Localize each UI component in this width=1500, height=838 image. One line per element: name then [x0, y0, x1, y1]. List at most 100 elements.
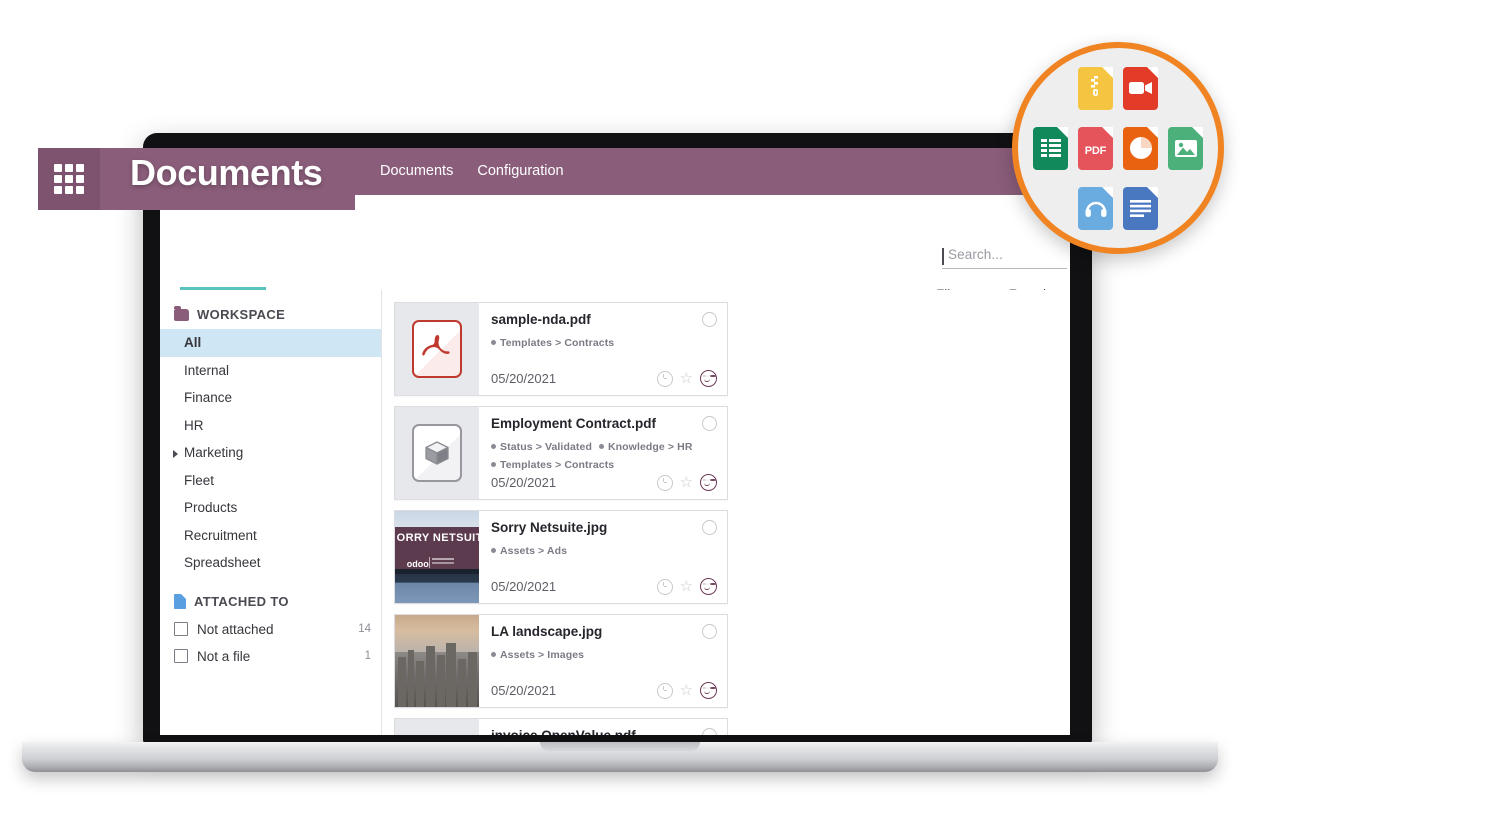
apps-grid-icon	[54, 164, 84, 194]
file-icon-cell	[1168, 126, 1203, 170]
file-icon-cell	[1078, 66, 1113, 110]
document-name: sample-nda.pdf	[491, 312, 591, 327]
sidebar-item-internal[interactable]: Internal	[160, 357, 381, 385]
star-outline-icon[interactable]: ☆	[680, 683, 693, 698]
document-tags: Assets > Ads	[491, 541, 717, 559]
document-tag[interactable]: Assets > Images	[491, 649, 584, 661]
sidebar-item-all[interactable]: All	[160, 329, 381, 357]
sidebar-section-attached-to: ATTACHED TO	[160, 591, 381, 612]
la-landscape-photo	[395, 615, 479, 707]
menu-item-documents[interactable]: Documents	[380, 163, 453, 179]
document-card[interactable]: Employment Contract.pdf Status > Validate…	[394, 406, 728, 500]
attached-to-title: ATTACHED TO	[194, 593, 289, 609]
document-tag[interactable]: Templates > Contracts	[491, 459, 614, 471]
documents-grid: sample-nda.pdf Templates > Contracts 05/20…	[382, 290, 1070, 735]
document-card[interactable]: invoice OpenValue.pdfStatus > Inbox05/20…	[394, 718, 728, 735]
checkbox[interactable]	[174, 649, 188, 664]
search-placeholder: Search...	[948, 247, 1003, 262]
star-outline-icon[interactable]: ☆	[680, 475, 693, 490]
sidebar-item-label: Fleet	[184, 472, 215, 488]
pdf-file-icon	[412, 320, 462, 378]
sidebar-item-recruitment[interactable]: Recruitment	[160, 522, 381, 550]
clock-icon[interactable]	[656, 682, 673, 699]
document-card[interactable]: sample-nda.pdf Templates > Contracts 05/20…	[394, 302, 728, 396]
sidebar-item-label: Not a file	[197, 648, 251, 664]
sidebar-section-workspace: WORKSPACE	[160, 304, 381, 325]
sidebar-item-finance[interactable]: Finance	[160, 384, 381, 412]
sidebar-item-label: HR	[184, 417, 204, 433]
file-icon-cell	[1123, 66, 1158, 110]
document-tag[interactable]: Knowledge > HR	[599, 441, 693, 453]
sidebar-item-products[interactable]: Products	[160, 494, 381, 522]
count-badge: 14	[358, 623, 371, 636]
checkbox[interactable]	[174, 622, 188, 637]
sidebar-item-hr[interactable]: HR	[160, 412, 381, 440]
select-document-radio[interactable]	[702, 416, 717, 431]
sidebar-filter-not-attached[interactable]: Not attached 14	[160, 616, 381, 643]
image-icon	[1168, 126, 1203, 170]
apps-menu-button[interactable]	[38, 148, 100, 210]
workspace-title: WORKSPACE	[197, 307, 286, 322]
sidebar-item-label: Spreadsheet	[184, 555, 261, 571]
sidebar-item-label: Finance	[184, 390, 233, 406]
sidebar-item-label: Marketing	[184, 445, 244, 461]
document-date: 05/20/2021	[491, 475, 557, 490]
document-name: Employment Contract.pdf	[491, 416, 657, 431]
file-icon-cell	[1078, 186, 1113, 230]
file-icon-cell	[1033, 126, 1068, 170]
file-icon-label: PDF	[1084, 145, 1107, 157]
document-card[interactable]: LA landscape.jpg Assets > Images 05/20/202…	[394, 614, 728, 708]
top-menu: Documents Configuration	[380, 163, 564, 179]
document-card-body: sample-nda.pdf Templates > Contracts 05/20…	[479, 303, 727, 395]
document-card-footer: 05/20/2021 ☆	[491, 370, 717, 387]
sidebar-item-marketing[interactable]: Marketing	[160, 439, 381, 467]
document-text-icon	[1123, 186, 1158, 230]
select-document-radio[interactable]	[702, 520, 717, 535]
billboard-photo: ORRY NETSUIT odoo	[395, 511, 479, 603]
avatar[interactable]	[700, 682, 717, 699]
document-thumbnail	[395, 407, 479, 499]
document-card[interactable]: ORRY NETSUIT odoo Sorry Netsuite.jpg Assets…	[394, 510, 728, 604]
file-icon-cell	[1123, 126, 1158, 170]
sidebar-filter-not-a-file[interactable]: Not a file 1	[160, 643, 381, 670]
document-tag[interactable]: Status > Validated	[491, 441, 592, 453]
video-icon	[1123, 66, 1158, 110]
count-badge: 1	[364, 650, 371, 663]
document-actions: ☆	[656, 370, 717, 387]
document-tags: Status > Validated Knowledge > HR Template…	[491, 437, 717, 473]
clock-icon[interactable]	[656, 578, 673, 595]
menu-item-configuration[interactable]: Configuration	[477, 163, 563, 179]
document-card-body: LA landscape.jpg Assets > Images 05/20/202…	[479, 615, 727, 707]
document-card-footer: 05/20/2021 ☆	[491, 682, 717, 699]
odoo-documents-app: Search... UPLOAD CREATE SPREADSHEET REQU…	[160, 150, 1070, 735]
sidebar-item-label: Recruitment	[184, 527, 257, 543]
avatar[interactable]	[700, 370, 717, 387]
presentation-icon	[1123, 126, 1158, 170]
sidebar-item-spreadsheet[interactable]: Spreadsheet	[160, 549, 381, 577]
select-document-radio[interactable]	[702, 312, 717, 327]
document-date: 05/20/2021	[491, 371, 557, 386]
star-outline-icon[interactable]: ☆	[680, 371, 693, 386]
clock-icon[interactable]	[656, 370, 673, 387]
file-icon-cell	[1123, 186, 1158, 230]
clock-icon[interactable]	[656, 474, 673, 491]
document-tags: Assets > Images	[491, 645, 717, 663]
sidebar-item-fleet[interactable]: Fleet	[160, 467, 381, 495]
pdf-icon: PDF	[1078, 126, 1113, 170]
document-tag[interactable]: Templates > Contracts	[491, 337, 614, 349]
sidebar-item-label: All	[184, 335, 202, 350]
sidebar-item-label: Products	[184, 500, 238, 516]
magnifier-callout: PDF	[1012, 42, 1224, 256]
avatar[interactable]	[700, 474, 717, 491]
document-card-body: invoice OpenValue.pdfStatus > Inbox05/20…	[479, 719, 727, 735]
select-document-radio[interactable]	[702, 624, 717, 639]
document-name: Sorry Netsuite.jpg	[491, 520, 608, 535]
document-actions: ☆	[656, 682, 717, 699]
avatar[interactable]	[700, 578, 717, 595]
document-tag[interactable]: Assets > Ads	[491, 545, 567, 557]
document-card-footer: 05/20/2021 ☆	[491, 578, 717, 595]
document-tags: Templates > Contracts	[491, 333, 717, 351]
sidebar-item-label: Internal	[184, 362, 230, 378]
star-outline-icon[interactable]: ☆	[680, 579, 693, 594]
audio-icon	[1078, 186, 1113, 230]
